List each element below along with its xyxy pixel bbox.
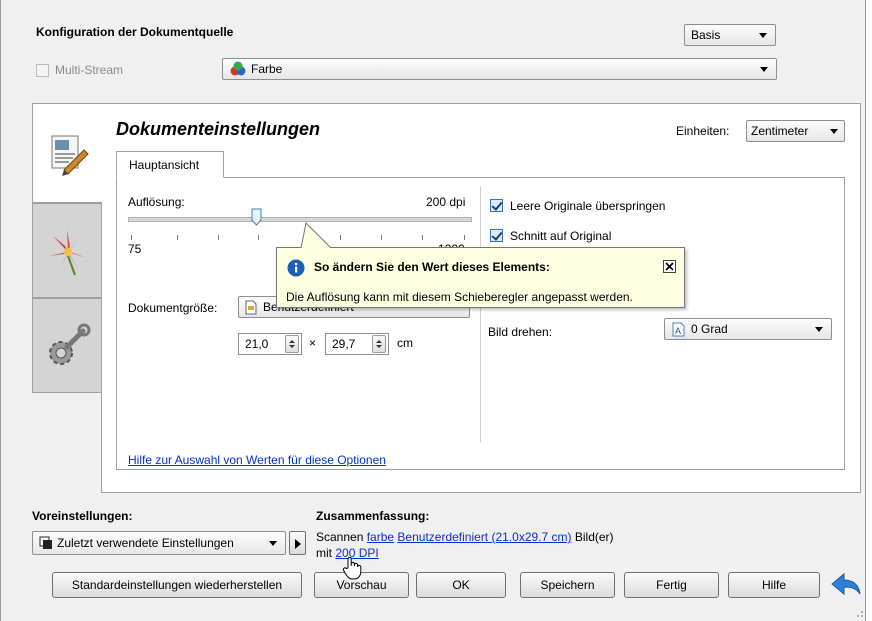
- page-icon: [245, 300, 257, 318]
- column-divider: [480, 186, 481, 442]
- height-value: 29,7: [332, 337, 356, 351]
- tab-document-settings[interactable]: [32, 103, 102, 203]
- summary-label: Zusammenfassung:: [316, 509, 430, 523]
- wrench-gear-icon: [45, 323, 91, 372]
- slider-min-label: 75: [128, 242, 142, 256]
- height-spinner[interactable]: 29,7: [325, 333, 389, 355]
- presets-label: Voreinstellungen:: [32, 509, 133, 523]
- resolution-slider-thumb[interactable]: [251, 208, 262, 226]
- document-settings-icon: [46, 132, 90, 179]
- summary-with-text: mit: [316, 546, 332, 560]
- slider-tick: [381, 235, 382, 240]
- flower-icon: [45, 226, 91, 279]
- tab-hauptansicht-label: Hauptansicht: [129, 158, 200, 172]
- skip-blank-label: Leere Originale überspringen: [510, 199, 666, 213]
- rotate-select[interactable]: A 0 Grad: [664, 318, 832, 340]
- width-spinner[interactable]: 21,0: [238, 333, 302, 355]
- chevron-down-icon: [759, 33, 767, 38]
- tab-advanced-settings[interactable]: [32, 298, 102, 393]
- units-label: Einheiten:: [676, 124, 730, 138]
- summary-color-link[interactable]: farbe: [367, 530, 394, 544]
- presets-value: Zuletzt verwendete Einstellungen: [57, 536, 234, 550]
- chevron-down-icon: [269, 541, 277, 546]
- size-unit: cm: [397, 336, 413, 350]
- tooltip: So ändern Sie den Wert dieses Elements: …: [276, 247, 685, 308]
- tooltip-pointer: [296, 221, 336, 252]
- back-arrow-icon[interactable]: [830, 572, 862, 601]
- summary-scan-text: Scannen: [316, 530, 364, 544]
- reset-defaults-button[interactable]: Standardeinstellungen wiederherstellen: [52, 572, 302, 598]
- tab-image-settings[interactable]: [32, 203, 102, 298]
- slider-tick: [340, 235, 341, 240]
- page-title: Konfiguration der Dokumentquelle: [36, 25, 234, 39]
- color-select[interactable]: Farbe: [222, 58, 777, 80]
- slider-tick: [464, 235, 465, 240]
- hand-cursor-icon: [342, 556, 364, 583]
- tab-hauptansicht[interactable]: Hauptansicht: [116, 151, 224, 178]
- slider-tick: [422, 235, 423, 240]
- preset-icon: [39, 536, 53, 553]
- presets-select[interactable]: Zuletzt verwendete Einstellungen: [32, 531, 286, 555]
- ok-button[interactable]: OK: [416, 572, 506, 598]
- slider-tick: [131, 235, 132, 240]
- color-balls-icon: [229, 61, 247, 80]
- summary-line-1: Scannen farbe Benutzerdefiniert (21.0x29…: [316, 530, 614, 544]
- presets-menu-button[interactable]: [289, 531, 306, 555]
- chevron-down-icon: [760, 67, 768, 72]
- slider-tick: [177, 235, 178, 240]
- units-select-value: Zentimeter: [751, 124, 809, 138]
- crop-label: Schnitt auf Original: [510, 229, 612, 243]
- resolution-label: Auflösung:: [128, 195, 185, 209]
- mode-select-value: Basis: [691, 28, 721, 42]
- chevron-down-icon: [830, 129, 838, 134]
- docsize-label: Dokumentgröße:: [128, 301, 218, 315]
- slider-tick: [258, 235, 259, 240]
- resize-grip-icon[interactable]: [852, 606, 864, 621]
- rotate-label: Bild drehen:: [488, 325, 553, 339]
- info-icon: [287, 259, 305, 280]
- done-button[interactable]: Fertig: [624, 572, 719, 598]
- spinner-arrows-icon[interactable]: [285, 335, 299, 353]
- crop-checkbox[interactable]: [490, 229, 503, 242]
- play-arrow-icon: [295, 539, 301, 549]
- chevron-down-icon: [815, 327, 823, 332]
- mode-select[interactable]: Basis: [684, 24, 776, 46]
- close-icon[interactable]: [663, 260, 676, 273]
- units-select[interactable]: Zentimeter: [746, 120, 845, 142]
- resolution-value: 200 dpi: [426, 195, 466, 209]
- times-sign: ×: [309, 336, 317, 350]
- help-button[interactable]: Hilfe: [728, 572, 820, 598]
- rotate-value: 0 Grad: [691, 322, 728, 336]
- help-link[interactable]: Hilfe zur Auswahl von Werten für diese O…: [128, 453, 386, 467]
- section-title: Dokumenteinstellungen: [116, 119, 321, 139]
- slider-tick: [218, 235, 219, 240]
- multistream-label: Multi-Stream: [55, 63, 124, 77]
- multistream-checkbox[interactable]: [36, 64, 49, 77]
- skip-blank-checkbox[interactable]: [490, 199, 503, 212]
- svg-text:A: A: [675, 326, 681, 336]
- rotate-page-icon: A: [672, 322, 685, 340]
- save-button[interactable]: Speichern: [520, 572, 615, 598]
- tooltip-title: So ändern Sie den Wert dieses Elements:: [314, 260, 550, 274]
- width-value: 21,0: [245, 337, 269, 351]
- summary-images-text: Bild(er): [574, 530, 614, 544]
- tooltip-body: Die Auflösung kann mit diesem Schiebereg…: [286, 290, 633, 304]
- color-select-value: Farbe: [251, 62, 283, 76]
- summary-size-link[interactable]: Benutzerdefiniert (21.0x29.7 cm): [397, 530, 571, 544]
- spinner-arrows-icon[interactable]: [372, 335, 386, 353]
